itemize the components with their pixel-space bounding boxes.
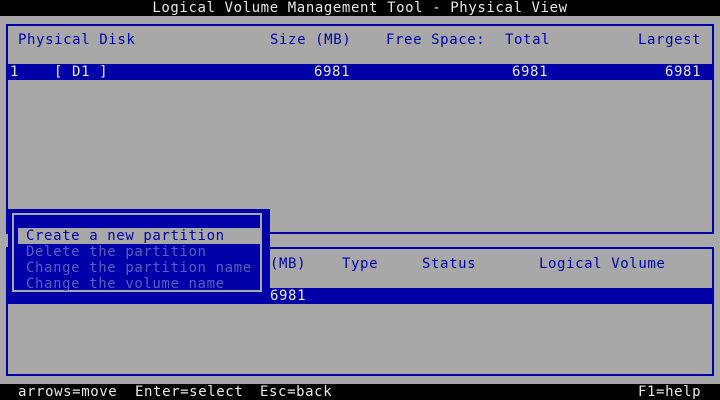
partition-menu: Create a new partition Delete the partit… [8, 209, 270, 298]
disk-largest-free: 6981 [665, 64, 702, 80]
hint-arrows-move: arrows=move [18, 384, 118, 400]
menu-item-change-volume-name[interactable]: Change the volume name [18, 276, 262, 292]
partition-menu-frame: Create a new partition Delete the partit… [12, 213, 262, 292]
hint-enter-select: Enter=select [135, 384, 244, 400]
partition-size: 6981 [270, 288, 307, 304]
hint-esc-back: Esc=back [260, 384, 333, 400]
physical-disk-panel [6, 24, 714, 234]
header-largest: Largest [638, 32, 702, 48]
header-logical-volume: Logical Volume [539, 256, 666, 272]
disk-row[interactable]: 1 [ D1 ] 6981 6981 6981 [8, 64, 712, 80]
disk-total-free: 6981 [512, 64, 549, 80]
window-title: Logical Volume Management Tool - Physica… [0, 0, 720, 16]
header-physical-disk: Physical Disk [18, 32, 136, 48]
hint-f1-help: F1=help [638, 384, 702, 400]
disk-name: [ D1 ] [54, 64, 109, 80]
menu-item-change-partition-name[interactable]: Change the partition name [18, 260, 262, 276]
header-size: Size (MB) [270, 32, 352, 48]
header-total: Total [505, 32, 551, 48]
header-status: Status [422, 256, 477, 272]
disk-number: 1 [10, 64, 20, 80]
header-partition-size: (MB) [270, 256, 307, 272]
menu-item-delete-partition[interactable]: Delete the partition [18, 244, 262, 260]
menu-item-create-partition[interactable]: Create a new partition [18, 228, 262, 244]
header-type: Type [342, 256, 379, 272]
disk-size: 6981 [314, 64, 351, 80]
status-bar: arrows=move Enter=select Esc=back F1=hel… [0, 384, 720, 400]
header-free-space: Free Space: [386, 32, 486, 48]
